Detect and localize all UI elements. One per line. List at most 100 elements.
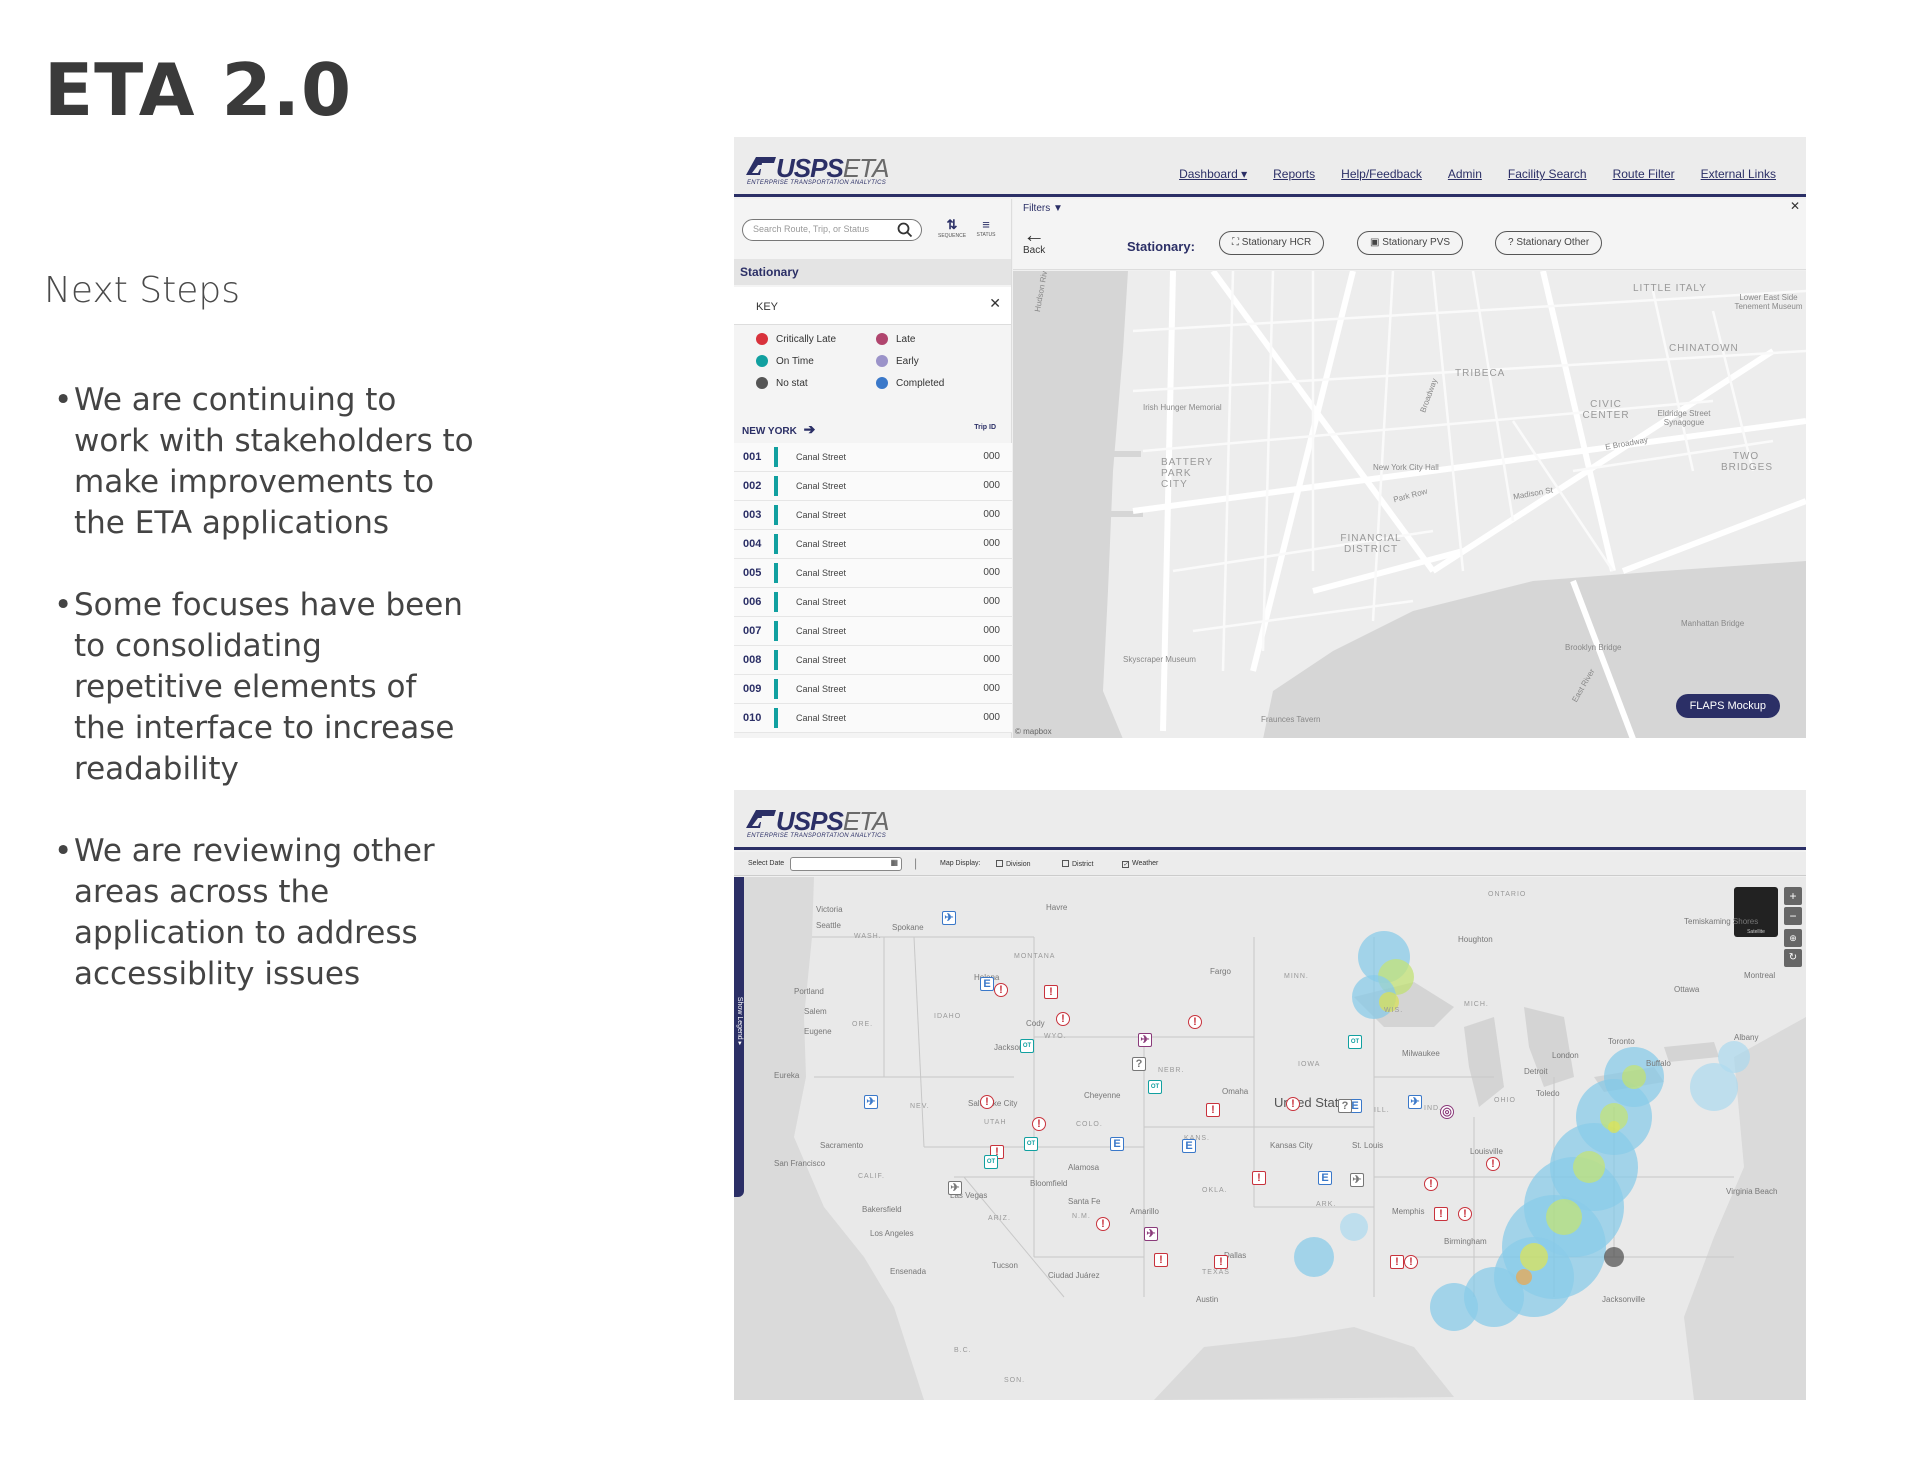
zoom-in-button[interactable]: + <box>1784 887 1802 905</box>
alert-circle-icon[interactable]: ! <box>1424 1177 1438 1191</box>
map-new-york[interactable]: LITTLE ITALY CHINATOWN TRIBECA CIVIC CEN… <box>1013 271 1806 738</box>
alert-circle-icon[interactable]: ! <box>1486 1157 1500 1171</box>
trip-row[interactable]: 004 Canal Street 000 <box>734 530 1012 559</box>
map-label: CIVIC CENTER <box>1582 399 1630 421</box>
satellite-toggle[interactable]: Satellite <box>1734 887 1778 937</box>
flaps-mockup-button[interactable]: FLAPS Mockup <box>1675 694 1780 718</box>
alert-square-icon[interactable]: ! <box>1252 1171 1266 1185</box>
key-title: KEY <box>756 301 779 313</box>
trip-row[interactable]: 007 Canal Street 000 <box>734 617 1012 646</box>
weather-radar-blob <box>1520 1243 1548 1271</box>
facility-e-icon[interactable]: E <box>1110 1137 1124 1151</box>
nav-dashboard[interactable]: Dashboard ▾ <box>1179 167 1247 181</box>
nav-facility-search[interactable]: Facility Search <box>1508 167 1587 181</box>
facility-ot-icon[interactable]: OT <box>1020 1039 1034 1053</box>
back-button[interactable]: ← Back <box>1023 224 1045 257</box>
alert-square-icon[interactable]: ! <box>1154 1253 1168 1267</box>
status-dot-icon <box>756 333 768 345</box>
plane-icon[interactable]: ✈ <box>1138 1033 1152 1047</box>
usps-eta-logo[interactable]: USPSETA ENTERPRISE TRANSPORTATION ANALYT… <box>746 806 906 840</box>
alert-square-icon[interactable]: ! <box>1434 1207 1448 1221</box>
close-icon[interactable]: ✕ <box>1790 199 1800 213</box>
alert-square-icon[interactable]: ! <box>1390 1255 1404 1269</box>
sort-sequence-button[interactable]: ⇅ SEQUENCE <box>938 217 966 239</box>
alert-circle-icon[interactable]: ! <box>1096 1217 1110 1231</box>
facility-e-icon[interactable]: E <box>1318 1171 1332 1185</box>
city-label: Bakersfield <box>862 1205 902 1214</box>
trip-row[interactable]: 010 Canal Street 000 <box>734 704 1012 733</box>
alert-circle-icon[interactable]: ! <box>980 1095 994 1109</box>
facility-ot-icon[interactable]: OT <box>984 1155 998 1169</box>
facility-e-icon[interactable]: E <box>1182 1139 1196 1153</box>
status-dot-icon <box>756 377 768 389</box>
alert-circle-icon[interactable]: ! <box>1056 1012 1070 1026</box>
date-input[interactable]: ▦ <box>790 857 902 871</box>
app-header: USPSETA ENTERPRISE TRANSPORTATION ANALYT… <box>734 790 1806 850</box>
chip-stationary-other[interactable]: ? Stationary Other <box>1495 231 1603 255</box>
chip-stationary-pvs[interactable]: ▣ Stationary PVS <box>1357 231 1464 255</box>
nav-admin[interactable]: Admin <box>1448 167 1482 181</box>
state-label: NEV. <box>910 1103 930 1110</box>
plane-icon[interactable]: ✈ <box>864 1095 878 1109</box>
alert-triangle-icon[interactable]: ! <box>1044 985 1058 999</box>
chip-stationary-hcr[interactable]: ⛶ Stationary HCR <box>1219 231 1325 255</box>
sort-status-button[interactable]: ≡ STATUS <box>972 217 1000 238</box>
alert-circle-icon[interactable]: ! <box>1458 1207 1472 1221</box>
alert-square-icon[interactable]: ! <box>1214 1255 1228 1269</box>
city-label: Alamosa <box>1068 1163 1100 1172</box>
eta-national-map-screenshot: USPSETA ENTERPRISE TRANSPORTATION ANALYT… <box>734 790 1806 1400</box>
trip-row[interactable]: 003 Canal Street 000 <box>734 501 1012 530</box>
nav-external-links[interactable]: External Links <box>1701 167 1776 181</box>
nav-help-feedback[interactable]: Help/Feedback <box>1341 167 1422 181</box>
plane-icon[interactable]: ✈ <box>1144 1227 1158 1241</box>
search-icon[interactable] <box>897 222 913 238</box>
nav-reports[interactable]: Reports <box>1273 167 1315 181</box>
search-input[interactable]: Search Route, Trip, or Status <box>742 219 922 241</box>
district-checkbox[interactable]: District <box>1062 860 1093 868</box>
map-united-states[interactable]: Show Legend ▸ Satellite + − ⊕ ↻ United S… <box>734 877 1806 1400</box>
trip-row[interactable]: 008 Canal Street 000 <box>734 646 1012 675</box>
trip-row[interactable]: 001 Canal Street 000 <box>734 443 1012 472</box>
facility-ot-icon[interactable]: OT <box>1348 1035 1362 1049</box>
alert-circle-icon[interactable]: ! <box>994 983 1008 997</box>
show-legend-tab[interactable]: Show Legend ▸ <box>734 877 744 1197</box>
filter-list-icon: ≡ <box>982 217 990 232</box>
facility-unknown-icon[interactable]: ? <box>1338 1099 1352 1113</box>
filters-label[interactable]: Filters ▼ <box>1023 203 1063 214</box>
weather-checkbox[interactable]: ✓ Weather <box>1122 860 1158 868</box>
trip-row[interactable]: 002 Canal Street 000 <box>734 472 1012 501</box>
alert-circle-icon[interactable]: ! <box>1032 1117 1046 1131</box>
alert-circle-icon[interactable]: ! <box>1188 1015 1202 1029</box>
plane-icon[interactable]: ✈ <box>1350 1173 1364 1187</box>
plane-icon[interactable]: ✈ <box>1408 1095 1422 1109</box>
facility-circle-icon[interactable]: ◎ <box>1440 1105 1454 1119</box>
status-bar <box>774 505 778 525</box>
state-label: MINN. <box>1284 973 1309 980</box>
zoom-out-button[interactable]: − <box>1784 907 1802 925</box>
refresh-icon[interactable]: ↻ <box>1784 949 1802 967</box>
facility-e-icon[interactable]: E <box>980 977 994 991</box>
nav-route-filter[interactable]: Route Filter <box>1613 167 1675 181</box>
state-label: MICH. <box>1464 1001 1489 1008</box>
logo-subtitle: ENTERPRISE TRANSPORTATION ANALYTICS <box>747 833 887 839</box>
alert-square-icon[interactable]: ! <box>1206 1103 1220 1117</box>
city-label: Montreal <box>1744 971 1776 980</box>
plane-icon[interactable]: ✈ <box>948 1181 962 1195</box>
state-label: IOWA <box>1298 1061 1321 1068</box>
division-checkbox[interactable]: Division <box>996 860 1031 868</box>
facility-ot-icon[interactable]: OT <box>1148 1080 1162 1094</box>
trip-row[interactable]: 005 Canal Street 000 <box>734 559 1012 588</box>
facility-unknown-icon[interactable]: ? <box>1132 1057 1146 1071</box>
facility-ot-icon[interactable]: OT <box>1024 1137 1038 1151</box>
plane-icon[interactable]: ✈ <box>942 911 956 925</box>
alert-circle-icon[interactable]: ! <box>1286 1097 1300 1111</box>
legend-label: Late <box>896 333 916 345</box>
trip-row[interactable]: 009 Canal Street 000 <box>734 675 1012 704</box>
alert-circle-icon[interactable]: ! <box>1404 1255 1418 1269</box>
trip-number: 006 <box>743 596 762 608</box>
trip-row[interactable]: 006 Canal Street 000 <box>734 588 1012 617</box>
usps-eta-logo[interactable]: USPSETA ENTERPRISE TRANSPORTATION ANALYT… <box>746 153 906 187</box>
close-icon[interactable]: ✕ <box>989 295 1001 312</box>
status-bar <box>774 592 778 612</box>
zoom-extent-icon[interactable]: ⊕ <box>1784 929 1802 947</box>
